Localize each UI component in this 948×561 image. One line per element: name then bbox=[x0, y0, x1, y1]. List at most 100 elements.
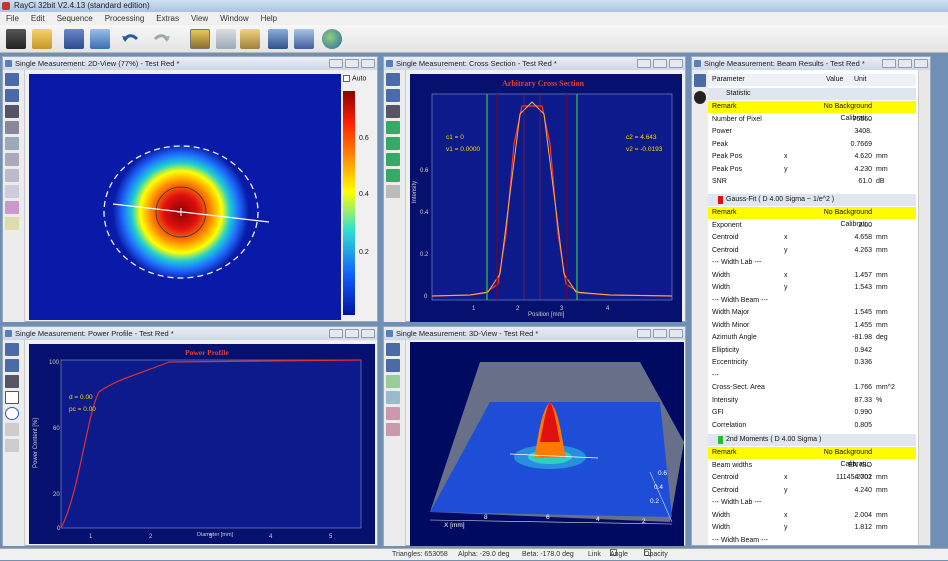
3d-view-plot[interactable]: X [mm] 8 6 4 2 0.6 0.4 0.2 bbox=[410, 342, 684, 546]
save-as-icon[interactable] bbox=[5, 89, 19, 102]
result-row[interactable]: Remark No Background Calibrati... bbox=[708, 447, 916, 468]
maximize-button[interactable] bbox=[653, 59, 667, 68]
result-row[interactable]: Cross-Sect. Area 1.766 mm^2 bbox=[708, 382, 916, 394]
menu-processing[interactable]: Processing bbox=[99, 12, 151, 25]
redo-icon[interactable] bbox=[152, 29, 172, 49]
maximize-button[interactable] bbox=[898, 59, 912, 68]
close-button[interactable] bbox=[669, 59, 683, 68]
result-row[interactable]: Width Minor 1.455 mm bbox=[708, 320, 916, 332]
tools-icon[interactable] bbox=[240, 29, 260, 49]
result-row[interactable]: Width x 1.457 mm bbox=[708, 270, 916, 282]
result-row[interactable]: Ellipticity 0.942 bbox=[708, 345, 916, 357]
save-icon[interactable] bbox=[5, 73, 19, 86]
close-button[interactable] bbox=[361, 59, 375, 68]
maximize-button[interactable] bbox=[345, 329, 359, 338]
adjust-icon[interactable] bbox=[216, 29, 236, 49]
window-icon[interactable] bbox=[268, 29, 288, 49]
auto-checkbox-box[interactable] bbox=[343, 75, 350, 82]
section-statistic[interactable]: Statistic bbox=[708, 88, 916, 100]
surface-icon[interactable] bbox=[386, 375, 400, 388]
image-icon[interactable] bbox=[90, 29, 110, 49]
result-row[interactable]: --- Width Lab --- bbox=[708, 497, 916, 509]
chevron-left-icon[interactable] bbox=[5, 423, 19, 436]
result-row[interactable]: Peak Pos x 4.620 mm bbox=[708, 151, 916, 163]
close-button[interactable] bbox=[914, 59, 928, 68]
crosshair-icon[interactable] bbox=[5, 105, 19, 118]
minimize-button[interactable] bbox=[882, 59, 896, 68]
crosshair-icon[interactable] bbox=[386, 105, 400, 118]
save-as-icon[interactable] bbox=[386, 359, 400, 372]
menu-window[interactable]: Window bbox=[214, 12, 254, 25]
folder-open-icon[interactable] bbox=[32, 29, 52, 49]
result-row[interactable]: Power 3408. bbox=[708, 126, 916, 138]
maximize-button[interactable] bbox=[653, 329, 667, 338]
result-row[interactable]: Width y 1.543 mm bbox=[708, 282, 916, 294]
result-row[interactable]: --- Width Beam --- bbox=[708, 295, 916, 307]
save-as-icon[interactable] bbox=[5, 359, 19, 372]
move-icon[interactable] bbox=[5, 121, 19, 134]
section-2nd-moments[interactable]: 2nd Moments ( D 4.00 Sigma ) bbox=[708, 434, 916, 446]
minimize-button[interactable] bbox=[329, 59, 343, 68]
beam-view-icon[interactable] bbox=[386, 153, 400, 166]
maximize-button[interactable] bbox=[345, 59, 359, 68]
result-row[interactable]: Centroid y 4.240 mm bbox=[708, 485, 916, 497]
menu-help[interactable]: Help bbox=[255, 12, 283, 25]
result-row[interactable]: Centroid x 4.658 mm bbox=[708, 232, 916, 244]
crosshair-icon[interactable] bbox=[5, 375, 19, 388]
colormap-icon[interactable] bbox=[386, 407, 400, 420]
beam-view-icon[interactable] bbox=[386, 137, 400, 150]
note-icon[interactable] bbox=[5, 217, 19, 230]
result-row[interactable]: --- bbox=[708, 370, 916, 382]
auto-checkbox[interactable]: Auto bbox=[343, 75, 366, 82]
close-icon[interactable] bbox=[5, 439, 19, 452]
result-row[interactable]: Centroid x 4.702 mm bbox=[708, 472, 916, 484]
minimize-button[interactable] bbox=[637, 329, 651, 338]
result-row[interactable]: SNR 61.0 dB bbox=[708, 176, 916, 188]
beam-view-icon[interactable] bbox=[386, 169, 400, 182]
save-icon[interactable] bbox=[64, 29, 84, 49]
result-row[interactable]: Remark No Background Calibrati... bbox=[708, 101, 916, 122]
ellipse-icon[interactable] bbox=[5, 169, 19, 182]
minimize-button[interactable] bbox=[637, 59, 651, 68]
zoom-icon[interactable] bbox=[5, 137, 19, 150]
histogram-icon[interactable] bbox=[5, 201, 19, 214]
beam-view-icon[interactable] bbox=[386, 121, 400, 134]
menu-sequence[interactable]: Sequence bbox=[51, 12, 99, 25]
save-icon[interactable] bbox=[386, 343, 400, 356]
result-row[interactable]: Width x 2.004 mm bbox=[708, 510, 916, 522]
save-icon[interactable] bbox=[5, 343, 19, 356]
result-row[interactable]: --- Width Beam --- bbox=[708, 535, 916, 547]
line-icon[interactable] bbox=[5, 185, 19, 198]
result-row[interactable]: Intensity 87.33% bbox=[708, 395, 916, 407]
save-as-icon[interactable] bbox=[386, 89, 400, 102]
result-row[interactable]: --- Width Lab --- bbox=[708, 257, 916, 269]
result-row[interactable]: Azimuth Angle -81.98 deg bbox=[708, 332, 916, 344]
menu-file[interactable]: File bbox=[0, 12, 25, 25]
result-row[interactable]: Width Major 1.545 mm bbox=[708, 307, 916, 319]
globe-icon[interactable] bbox=[322, 29, 342, 49]
close-button[interactable] bbox=[361, 329, 375, 338]
cross-section-plot[interactable]: 1 2 3 4 0 0.2 0.4 0.6 Arbitrary Cross Se… bbox=[410, 74, 682, 322]
result-row[interactable]: Width y 1.812 mm bbox=[708, 522, 916, 534]
colormap-icon[interactable] bbox=[386, 423, 400, 436]
result-row[interactable]: GFI 0.990 bbox=[708, 407, 916, 419]
camera-icon[interactable] bbox=[6, 29, 26, 49]
close-icon[interactable] bbox=[386, 185, 400, 198]
undo-icon[interactable] bbox=[120, 29, 140, 49]
circle-icon[interactable] bbox=[5, 407, 19, 420]
result-row[interactable]: Peak 0.7669 bbox=[708, 139, 916, 151]
result-row[interactable]: Peak Pos y 4.230 mm bbox=[708, 164, 916, 176]
heatmap-plot[interactable] bbox=[29, 74, 341, 320]
result-row[interactable]: Number of Pixel 76560 bbox=[708, 114, 916, 126]
menu-view[interactable]: View bbox=[185, 12, 214, 25]
close-button[interactable] bbox=[669, 329, 683, 338]
measure-tool-icon[interactable] bbox=[190, 29, 210, 49]
result-row[interactable]: Beam widths EN ISO 11145:2001 bbox=[708, 460, 916, 481]
result-row[interactable]: Correlation 0.805 bbox=[708, 420, 916, 432]
cascade-icon[interactable] bbox=[294, 29, 314, 49]
result-row[interactable]: Eccentricity 0.336 bbox=[708, 357, 916, 369]
profile-icon[interactable] bbox=[5, 153, 19, 166]
section-gauss-fit[interactable]: Gauss-Fit ( D 4.00 Sigma ~ 1/e^2 ) bbox=[708, 194, 916, 206]
square-icon[interactable] bbox=[5, 391, 19, 404]
power-profile-plot[interactable]: 100 60 20 0 1 2 3 4 5 Power Profile d = … bbox=[29, 344, 375, 544]
